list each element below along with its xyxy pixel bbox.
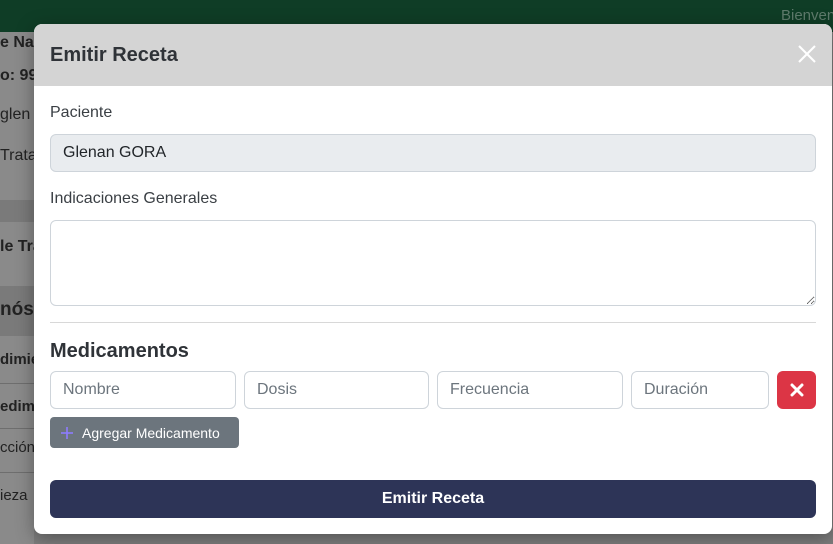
close-button[interactable] — [796, 43, 818, 65]
modal-header: Emitir Receta — [34, 24, 832, 86]
bg-text-6: nóst — [0, 299, 34, 320]
bg-text-9: cción — [0, 439, 34, 456]
modal-title: Emitir Receta — [50, 43, 178, 66]
bg-text-7: dimie — [0, 351, 34, 368]
medication-name-input[interactable] — [50, 371, 236, 409]
add-medication-button[interactable]: Agregar Medicamento — [50, 417, 239, 448]
bg-divider-1 — [0, 383, 34, 384]
bg-text-1: e Na — [0, 34, 34, 51]
bg-text-10: ieza — [0, 487, 28, 504]
patient-field[interactable]: Glenan GORA — [50, 134, 816, 172]
add-medication-label: Agregar Medicamento — [82, 424, 220, 441]
emit-prescription-button[interactable]: Emitir Receta — [50, 480, 816, 518]
bg-text-4: Trata — [0, 147, 34, 164]
close-icon — [798, 45, 816, 63]
indications-label: Indicaciones Generales — [50, 190, 218, 207]
medication-dose-input[interactable] — [244, 371, 429, 409]
medication-frequency-input[interactable] — [437, 371, 623, 409]
bg-text-3: glen — [0, 106, 31, 123]
emit-prescription-label: Emitir Receta — [381, 490, 485, 507]
medication-duration-input[interactable] — [631, 371, 769, 409]
bg-text-8: edim — [0, 398, 34, 415]
bg-text-2: o: 99 — [0, 67, 34, 84]
emit-prescription-modal: Emitir Receta Paciente Glenan GORA Indic… — [34, 24, 832, 534]
background-content: e Na o: 99 glen Trata le Tra nóst dimie … — [0, 32, 34, 544]
medications-title: Medicamentos — [50, 340, 189, 362]
remove-medication-button[interactable] — [777, 371, 816, 409]
patient-label: Paciente — [50, 104, 113, 121]
x-icon — [790, 383, 803, 397]
section-divider — [50, 322, 816, 323]
bg-band-1 — [0, 200, 34, 222]
plus-icon — [61, 426, 73, 439]
welcome-text: Bienvenido — [781, 7, 833, 24]
bg-divider-3 — [0, 472, 34, 473]
bg-divider-2 — [0, 428, 34, 429]
indications-textarea[interactable] — [50, 220, 816, 306]
bg-text-5: le Tra — [0, 238, 34, 255]
